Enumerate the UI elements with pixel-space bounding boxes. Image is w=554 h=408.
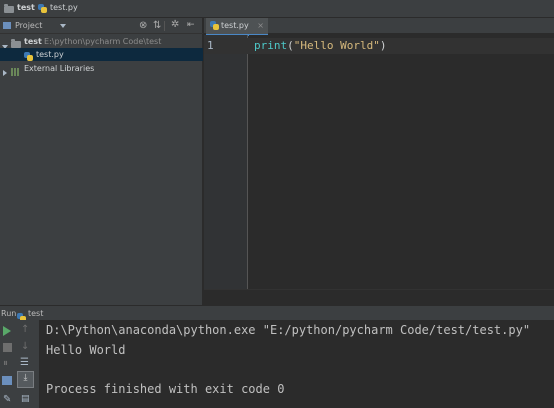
tree-item-label: test.py bbox=[36, 50, 64, 59]
code-paren-open: ( bbox=[287, 39, 294, 52]
run-panel-header: Run test bbox=[0, 305, 554, 322]
tree-item-label: External Libraries bbox=[24, 64, 95, 73]
print-icon[interactable]: ▤ bbox=[21, 394, 33, 406]
editor-code-area[interactable] bbox=[249, 35, 554, 289]
scroll-from-source-icon[interactable]: ⇅ bbox=[153, 20, 161, 31]
editor-gutter bbox=[204, 35, 248, 289]
soft-wrap-icon[interactable]: ☰ bbox=[20, 357, 32, 369]
scroll-to-end-icon[interactable]: ⤓ bbox=[17, 371, 34, 388]
project-panel: Project ⊗ ⇅ ✲ ⇤ test E:\python\pycharm C… bbox=[0, 18, 203, 305]
code-paren-close: ) bbox=[379, 39, 387, 52]
stop-icon[interactable] bbox=[3, 343, 15, 355]
locate-icon[interactable]: ⊗ bbox=[139, 20, 147, 31]
run-label: Run bbox=[1, 309, 17, 318]
project-view-icon bbox=[3, 22, 11, 29]
tab-label: test.py bbox=[221, 21, 249, 30]
run-config-name[interactable]: test bbox=[28, 306, 43, 321]
chevron-right-icon[interactable] bbox=[3, 69, 7, 76]
down-arrow-icon[interactable]: ↓ bbox=[21, 341, 33, 353]
toolbar-divider bbox=[164, 21, 165, 31]
console-line: Process finished with exit code 0 bbox=[46, 382, 285, 396]
tree-item-label: test bbox=[24, 37, 42, 46]
tree-item-test-py[interactable]: test.py bbox=[0, 48, 203, 61]
console-line: Hello World bbox=[46, 343, 126, 357]
nav-project-name[interactable]: test bbox=[17, 3, 35, 12]
editor-tab-bar: test.py × bbox=[204, 18, 554, 36]
run-console[interactable]: D:\Python\anaconda\python.exe "E:/python… bbox=[40, 320, 554, 408]
code-string: "Hello World" bbox=[293, 39, 380, 52]
up-arrow-icon[interactable]: ↑ bbox=[21, 324, 33, 336]
python-file-icon bbox=[210, 21, 219, 30]
console-line: D:\Python\anaconda\python.exe "E:/python… bbox=[46, 323, 531, 337]
chevron-down-icon[interactable] bbox=[60, 24, 66, 28]
line-number: 1 bbox=[207, 39, 214, 52]
run-toolbar: ↑ ↓ ⏸ ☰ ⤓ ✎ ▤ bbox=[0, 320, 40, 408]
tree-item-path: E:\python\pycharm Code\test bbox=[44, 37, 162, 46]
project-toolbar: Project ⊗ ⇅ ✲ ⇤ bbox=[0, 18, 203, 34]
project-view-label[interactable]: Project bbox=[15, 21, 42, 30]
library-icon bbox=[11, 65, 20, 78]
python-file-icon bbox=[38, 4, 47, 13]
close-icon[interactable]: × bbox=[257, 21, 264, 30]
tree-item-test[interactable]: test E:\python\pycharm Code\test bbox=[0, 35, 203, 49]
hide-panel-icon[interactable]: ⇤ bbox=[187, 20, 195, 30]
tree-item-external-libraries[interactable]: External Libraries bbox=[0, 62, 203, 78]
editor-tab-test-py[interactable]: test.py × bbox=[206, 18, 268, 36]
nav-file-name[interactable]: test.py bbox=[50, 3, 78, 12]
pause-icon[interactable]: ⏸ bbox=[3, 358, 15, 370]
run-icon[interactable] bbox=[3, 326, 15, 338]
layout-icon[interactable] bbox=[2, 376, 12, 385]
code-line[interactable]: print("Hello World") bbox=[254, 39, 386, 52]
navigation-bar: test test.py bbox=[0, 0, 554, 18]
pin-icon[interactable]: ✎ bbox=[3, 394, 15, 406]
settings-icon[interactable]: ✲ bbox=[171, 19, 179, 30]
code-function: print bbox=[254, 39, 288, 52]
folder-icon bbox=[4, 4, 14, 14]
editor-bottom-strip bbox=[204, 289, 554, 305]
